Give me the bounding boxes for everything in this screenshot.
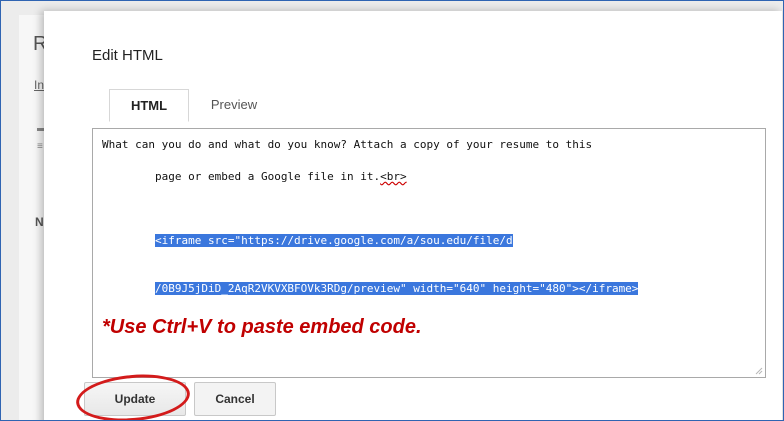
- tab-html[interactable]: HTML: [109, 89, 189, 122]
- editor-text-line-2: page or embed a Google file in it.<br>: [102, 153, 756, 201]
- br-tag: <br>: [380, 170, 407, 183]
- dialog-title: Edit HTML: [92, 47, 163, 64]
- screenshot-frame: R In ▬ ≡ N Edit HTML HTML Preview What c…: [0, 0, 784, 421]
- edit-html-dialog: Edit HTML HTML Preview What can you do a…: [44, 11, 782, 420]
- resize-grip-icon[interactable]: [755, 367, 763, 375]
- cancel-button[interactable]: Cancel: [194, 382, 276, 416]
- selected-embed-code-line-2: /0B9J5jDiD_2AqR2VKVXBFOVk3RDg/preview" w…: [102, 265, 756, 313]
- html-editor-textarea[interactable]: What can you do and what do you know? At…: [92, 128, 766, 378]
- selected-embed-code-line-1: <iframe src="https://drive.google.com/a/…: [102, 217, 756, 265]
- editor-text-line-1: What can you do and what do you know? At…: [102, 138, 593, 151]
- selected-text: /0B9J5jDiD_2AqR2VKVXBFOVk3RDg/preview" w…: [154, 282, 639, 295]
- background-menu-icon: ≡: [37, 141, 43, 152]
- background-link-fragment: In: [34, 78, 45, 92]
- update-button[interactable]: Update: [84, 382, 186, 416]
- editor-blank-line: [102, 201, 756, 217]
- selected-text: <iframe src="https://drive.google.com/a/…: [154, 234, 513, 247]
- background-label-fragment: N: [35, 215, 44, 229]
- editor-text-line-2-prefix: page or embed a Google file in it.: [154, 170, 381, 183]
- tab-preview[interactable]: Preview: [195, 89, 273, 120]
- paste-instruction: *Use Ctrl+V to paste embed code.: [102, 316, 422, 338]
